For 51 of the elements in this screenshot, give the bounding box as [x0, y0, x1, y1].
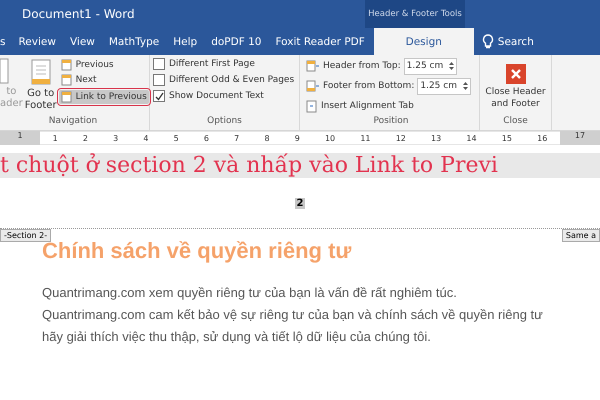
document-icon — [306, 100, 318, 112]
lightbulb-icon — [482, 34, 494, 49]
ribbon-tab[interactable]: Foxit Reader PDF — [268, 28, 372, 55]
contextual-tab-title: Header & Footer Tools — [365, 0, 465, 28]
spin-arrows-icon — [449, 61, 454, 71]
ribbon-tab[interactable]: doPDF 10 — [204, 28, 268, 55]
field-label: Footer from Bottom: — [323, 81, 414, 91]
paragraph-line: Quantrimang.com xem quyền riêng tư của bạn là vấn đề rất nghiêm túc. — [42, 284, 458, 302]
window-title: Document1 - Word — [22, 7, 136, 21]
ruler: 1 1 2 3 4 5 6 7 8 9 10 11 12 13 14 15 16 17 — [0, 131, 600, 145]
group-label: Position — [372, 116, 410, 128]
paragraph-line: hãy giải thích việc thu thập, sử dụng và tiết lộ dữ liệu của chúng tôi. — [42, 328, 432, 346]
margin-icon — [306, 60, 320, 72]
page-icon — [60, 91, 73, 103]
spin-arrows-icon — [462, 81, 468, 91]
checkbox[interactable] — [153, 74, 165, 86]
insert-alignment-tab-button[interactable]: Insert Alignment Tab — [306, 98, 476, 114]
navigation-button[interactable]: Link to Previous — [58, 90, 149, 104]
page-number: 2 — [294, 198, 306, 208]
paragraph-line: Quantrimang.com cam kết bảo vệ sự riêng tư của bạn và chính sách về quyền riêng tư — [42, 306, 544, 324]
checkbox[interactable] — [153, 90, 165, 102]
page-icon — [60, 74, 73, 86]
ribbon-tab[interactable]: Design — [374, 28, 474, 55]
option-checkbox[interactable]: Different Odd & Even Pages — [153, 74, 296, 86]
spin-field[interactable]: 1.25 cm — [404, 58, 458, 74]
check-icon — [154, 92, 164, 100]
search-button[interactable]: Search — [482, 28, 534, 55]
ribbon-tab[interactable]: Review — [11, 28, 63, 55]
spin-field[interactable]: 1.25 cm — [417, 78, 471, 94]
field-label: Header from Top: — [323, 61, 401, 71]
checkbox[interactable] — [153, 58, 165, 70]
section-tag: -Section 2- — [0, 229, 52, 242]
close-icon — [506, 64, 526, 84]
margin-icon — [306, 80, 320, 92]
same-as-previous-tag: Same a — [562, 229, 600, 242]
group-label: Close — [502, 116, 529, 128]
ribbon-tab[interactable]: s — [0, 28, 12, 55]
option-checkbox[interactable]: Show Document Text — [153, 90, 296, 102]
close-header-footer-button[interactable]: Close Header and Footer — [483, 58, 548, 116]
group-label: Options — [206, 116, 243, 128]
navigation-button[interactable]: Next — [58, 73, 99, 87]
caption: t chuột ở section 2 và nhấp vào Link to Previ — [0, 153, 498, 178]
navigation-button[interactable]: Previous — [58, 58, 116, 72]
ribbon-tab[interactable]: View — [62, 28, 102, 55]
page-icon — [60, 59, 73, 71]
go-to-footer-button[interactable]: Go to Footer — [24, 58, 57, 116]
ribbon-tab[interactable]: MathType — [102, 28, 166, 55]
ribbon-tab[interactable]: Help — [166, 28, 204, 55]
group-label: Navigation — [48, 116, 98, 128]
page-icon — [30, 58, 52, 86]
option-checkbox[interactable]: Different First Page — [153, 58, 296, 70]
